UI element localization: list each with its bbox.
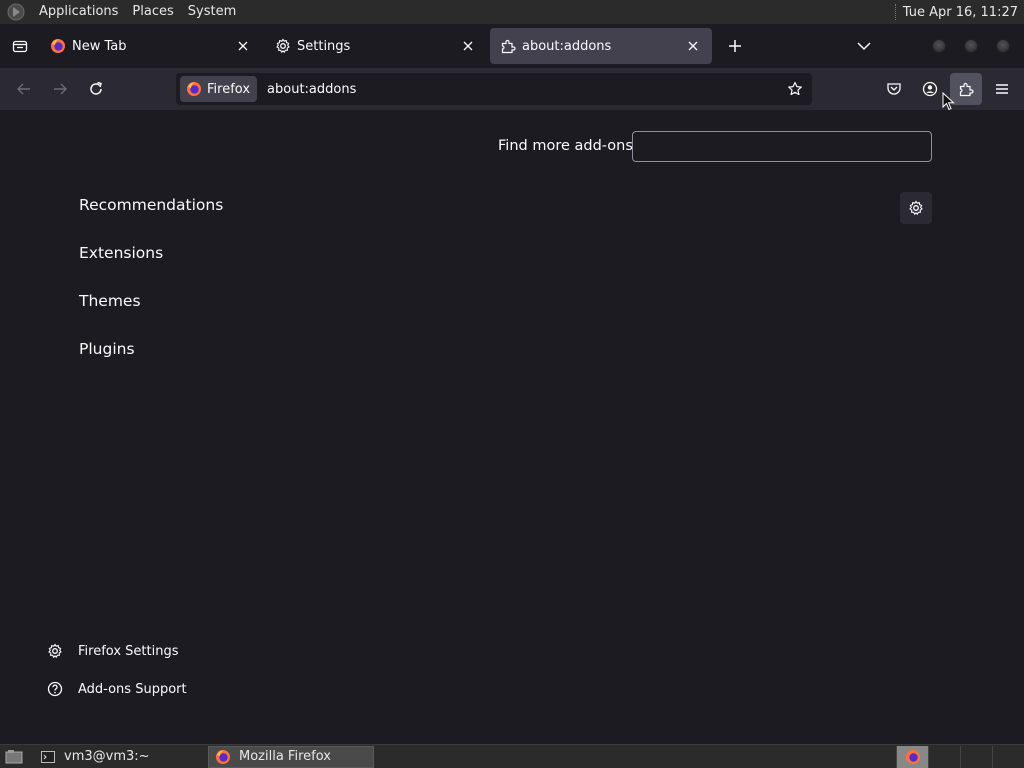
bottom-taskbar: vm3@vm3:~ Mozilla Firefox (0, 744, 1024, 768)
app-menu-button[interactable] (986, 73, 1018, 105)
workspace-1[interactable] (896, 745, 928, 768)
pocket-icon (887, 83, 901, 95)
tab-addons[interactable]: about:addons (490, 28, 712, 64)
bookmark-star-button[interactable] (780, 74, 810, 104)
workspace-2[interactable] (928, 745, 960, 768)
close-tab-icon[interactable] (234, 37, 252, 55)
tab-title: Settings (297, 38, 351, 54)
panel-separator (894, 4, 897, 20)
reload-button[interactable] (80, 73, 112, 105)
desktop-icon (5, 749, 23, 763)
close-window-button[interactable] (992, 35, 1014, 57)
back-arrow-icon (17, 83, 30, 95)
firefox-icon (187, 82, 201, 96)
addons-tools-button[interactable] (900, 192, 932, 224)
tab-new-tab[interactable]: New Tab (40, 28, 262, 64)
back-button[interactable] (8, 73, 40, 105)
star-icon (788, 81, 802, 96)
system-menu[interactable]: System (181, 0, 243, 24)
clock[interactable]: Tue Apr 16, 11:27 (903, 5, 1024, 20)
new-tab-button[interactable] (715, 28, 755, 64)
chevron-down-icon (857, 42, 871, 51)
workspace-4[interactable] (992, 745, 1024, 768)
find-more-addons-label: Find more add-ons (498, 138, 633, 154)
gnome-logo-icon[interactable] (6, 2, 26, 22)
minimize-button[interactable] (928, 35, 950, 57)
taskbar-item-label: Mozilla Firefox (239, 749, 331, 764)
find-more-addons-search-input[interactable] (632, 131, 932, 162)
navigation-toolbar: Firefox about:addons (0, 68, 1024, 110)
close-tab-icon[interactable] (459, 37, 477, 55)
category-plugins[interactable]: Plugins (79, 340, 135, 358)
taskbar-item-label: vm3@vm3:~ (64, 749, 150, 764)
terminal-icon (40, 749, 56, 765)
hamburger-menu-icon (996, 84, 1008, 94)
account-icon (922, 81, 938, 97)
firefox-view-icon (12, 40, 28, 53)
tab-title: about:addons (522, 38, 612, 54)
puzzle-icon (500, 38, 516, 54)
firefox-icon (905, 749, 920, 764)
gear-icon (275, 38, 291, 54)
close-tab-icon[interactable] (684, 37, 702, 55)
category-extensions[interactable]: Extensions (79, 244, 163, 262)
maximize-icon (964, 39, 978, 53)
help-icon (46, 680, 64, 698)
forward-arrow-icon (54, 83, 67, 95)
firefox-settings-link[interactable]: Firefox Settings (46, 642, 178, 660)
mouse-cursor-icon (942, 92, 955, 111)
plus-icon (729, 40, 741, 52)
top-panel: Applications Places System Tue Apr 16, 1… (0, 0, 1024, 24)
minimize-icon (932, 39, 946, 53)
firefox-icon (50, 38, 66, 54)
tab-title: New Tab (72, 38, 127, 54)
category-themes[interactable]: Themes (79, 292, 141, 310)
reload-icon (90, 81, 102, 95)
url-bar[interactable]: Firefox about:addons (176, 73, 812, 105)
forward-button[interactable] (44, 73, 76, 105)
footer-link-label: Firefox Settings (78, 643, 179, 659)
list-all-tabs-button[interactable] (844, 28, 884, 64)
applications-menu[interactable]: Applications (32, 0, 125, 24)
tab-settings[interactable]: Settings (265, 28, 487, 64)
firefox-view-button[interactable] (0, 24, 40, 68)
tab-strip: New Tab Settings about:addons (0, 24, 1024, 68)
footer-link-label: Add-ons Support (78, 681, 187, 697)
identity-box[interactable]: Firefox (180, 76, 258, 102)
places-menu[interactable]: Places (125, 0, 180, 24)
taskbar-item-firefox[interactable]: Mozilla Firefox (208, 745, 374, 768)
puzzle-icon (959, 82, 974, 97)
addons-page: Find more add-ons Recommendations Extens… (0, 110, 1024, 744)
gear-icon (46, 642, 64, 660)
identity-label: Firefox (207, 81, 251, 97)
taskbar-item-terminal[interactable]: vm3@vm3:~ (34, 746, 200, 768)
show-desktop-button[interactable] (2, 746, 26, 768)
category-recommendations[interactable]: Recommendations (79, 196, 223, 214)
maximize-button[interactable] (960, 35, 982, 57)
firefox-icon (215, 749, 231, 765)
pocket-button[interactable] (878, 73, 910, 105)
url-text[interactable]: about:addons (267, 82, 780, 97)
close-window-icon (996, 39, 1010, 53)
addons-support-link[interactable]: Add-ons Support (46, 680, 187, 698)
gear-icon (909, 200, 923, 216)
workspace-3[interactable] (960, 745, 992, 768)
